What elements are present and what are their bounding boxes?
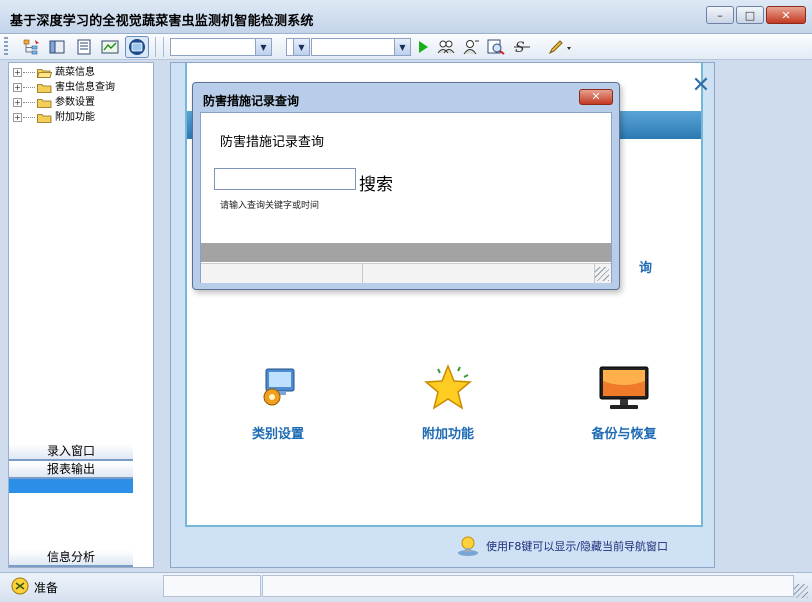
play-icon [419, 41, 428, 53]
feature-category-settings[interactable]: 类别设置 [223, 363, 333, 442]
dialog-title: 防害措施记录查询 [203, 94, 300, 108]
chevron-down-icon[interactable]: ▼ [255, 39, 271, 55]
users-search-button[interactable] [436, 37, 456, 57]
status-cell [262, 575, 794, 597]
tree-item-label: 参数设置 [55, 97, 95, 108]
combo-box-1[interactable]: ▼ [170, 38, 272, 56]
play-button[interactable] [413, 37, 433, 57]
resize-grip-icon[interactable] [595, 267, 609, 281]
document-icon [77, 39, 91, 55]
tree-item-pest-query[interactable]: + 害虫信息查询 [13, 80, 115, 95]
nav-info-analysis-button[interactable]: 信息分析 [9, 550, 133, 567]
folder-icon [37, 98, 52, 108]
title-bar: 基于深度学习的全视觉蔬菜害虫监测机智能检测系统 – □ ✕ [0, 0, 812, 34]
dialog-gray-bar [201, 243, 611, 262]
nav-entry-window-button[interactable]: 录入窗口 [9, 444, 133, 461]
dialog-body: 防害措施记录查询 搜索 请输入查询关键字或时间 [200, 112, 612, 283]
tree-view-icon [23, 39, 39, 55]
feature-label: 附加功能 [421, 427, 474, 442]
users-search-icon [437, 40, 455, 54]
chart-view-button[interactable] [100, 37, 120, 57]
nav-report-output-button[interactable]: 报表输出 [9, 462, 133, 479]
expand-icon[interactable]: + [13, 68, 22, 77]
lightbulb-icon [458, 536, 478, 556]
dialog-status-cell [201, 264, 363, 283]
search-tip: 请输入查询关键字或时间 [220, 201, 320, 211]
query-dialog: 防害措施记录查询 ✕ 防害措施记录查询 搜索 请输入查询关键字或时间 [192, 82, 620, 290]
resize-grip-icon[interactable] [794, 584, 808, 598]
feature-label: 备份与恢复 [591, 427, 657, 442]
folder-open-icon [37, 68, 52, 78]
window-controls: – □ ✕ [706, 6, 806, 24]
navigation-hint: 使用F8键可以显示/隐藏当前导航窗口 [456, 535, 668, 557]
feature-backup-restore[interactable]: 备份与恢复 [569, 363, 679, 442]
panel-view-button[interactable] [47, 37, 67, 57]
tree-item-label: 蔬菜信息 [55, 67, 95, 78]
close-icon[interactable]: ✕ [689, 75, 713, 99]
app-title: 基于深度学习的全视觉蔬菜害虫监测机智能检测系统 [10, 14, 314, 29]
hint-text: 使用F8键可以显示/隐藏当前导航窗口 [486, 540, 669, 553]
combo-box-2[interactable]: ▼ [286, 38, 310, 56]
combo-box-3[interactable]: ▼ [311, 38, 411, 56]
toolbar-separator [155, 37, 156, 57]
backup-monitor-icon [599, 366, 649, 409]
close-button[interactable]: ✕ [766, 6, 806, 24]
toolbar-grip[interactable] [4, 37, 8, 57]
status-bar: 准备 [0, 572, 812, 602]
tree-item-label: 附加功能 [55, 112, 95, 123]
chart-icon [101, 40, 119, 54]
expand-icon[interactable]: + [13, 98, 22, 107]
dialog-close-button[interactable]: ✕ [579, 89, 613, 105]
feature-extras[interactable]: 附加功能 [393, 363, 503, 442]
navigation-panel: + 蔬菜信息 + 害虫信息查询 + 参数设置 + 附加功能 录入窗口 报表输出 … [8, 62, 154, 568]
tree-item-vegetable-info[interactable]: + 蔬菜信息 [13, 65, 115, 80]
pen-icon [548, 40, 571, 55]
status-text: 准备 [34, 581, 59, 595]
expand-icon[interactable]: + [13, 113, 22, 122]
document-button[interactable] [74, 37, 94, 57]
nav-selected-item[interactable] [9, 479, 133, 493]
monitor-icon [129, 39, 145, 55]
toolbar: ▼ ▼ ▼ S [0, 34, 812, 60]
panel-icon [49, 40, 65, 54]
pen-dropdown-button[interactable] [546, 37, 576, 57]
chevron-down-icon[interactable]: ▼ [293, 39, 309, 55]
minimize-button[interactable]: – [706, 6, 734, 24]
expand-icon[interactable]: + [13, 83, 22, 92]
status-icon [11, 577, 29, 595]
user-search-button[interactable] [461, 37, 481, 57]
script-button[interactable]: S [512, 37, 532, 57]
magnifier-button[interactable] [486, 37, 506, 57]
feature-label: 类别设置 [251, 427, 304, 442]
dialog-statusbar [201, 263, 611, 283]
search-input[interactable] [214, 168, 356, 190]
folder-icon [37, 113, 52, 123]
toolbar-separator [163, 37, 164, 57]
monitor-button[interactable] [125, 36, 149, 58]
star-icon [424, 363, 472, 410]
magnifier-icon [487, 39, 505, 55]
chevron-down-icon[interactable]: ▼ [394, 39, 410, 55]
folder-icon [37, 83, 52, 93]
maximize-button[interactable]: □ [736, 6, 764, 24]
tree-item-parameters[interactable]: + 参数设置 [13, 95, 115, 110]
dialog-status-cell [363, 264, 595, 283]
tree-item-extras[interactable]: + 附加功能 [13, 110, 115, 125]
navigation-tree: + 蔬菜信息 + 害虫信息查询 + 参数设置 + 附加功能 [13, 65, 115, 125]
settings-monitor-icon [263, 368, 295, 406]
tree-item-label: 害虫信息查询 [55, 82, 115, 93]
partially-hidden-feature-label[interactable]: 询 [639, 257, 652, 276]
script-icon: S [514, 40, 530, 55]
status-cell [163, 575, 261, 597]
dialog-heading: 防害措施记录查询 [220, 135, 325, 150]
search-button[interactable]: 搜索 [359, 170, 393, 195]
tree-view-button[interactable] [22, 37, 42, 57]
user-search-icon [463, 40, 479, 55]
